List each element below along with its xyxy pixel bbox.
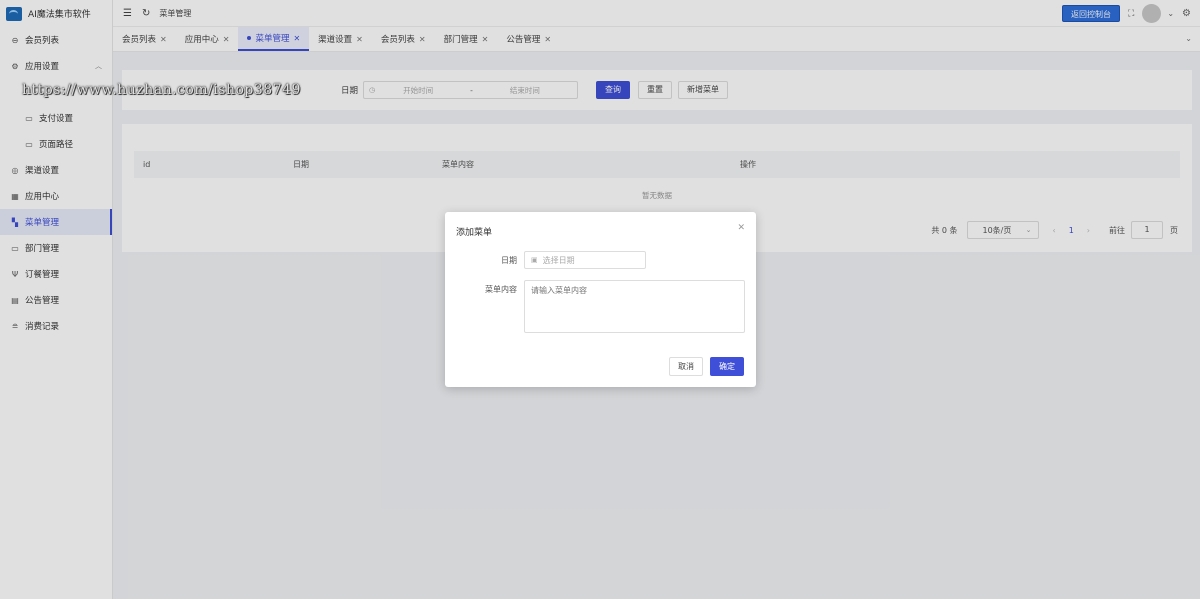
date-field-label: 日期 xyxy=(501,256,517,265)
menu-content-textarea[interactable] xyxy=(524,280,745,333)
calendar-icon: ▣ xyxy=(531,256,538,264)
date-field-placeholder: 选择日期 xyxy=(542,255,575,265)
date-field[interactable]: ▣ 选择日期 xyxy=(524,251,646,269)
dialog-title: 添加菜单 xyxy=(456,228,493,238)
cancel-button[interactable]: 取消 xyxy=(669,357,703,376)
content-field-label: 菜单内容 xyxy=(485,285,517,294)
add-menu-dialog: 添加菜单 ✕ 日期 ▣ 选择日期 菜单内容 取消 确定 xyxy=(445,212,756,387)
close-icon[interactable]: ✕ xyxy=(737,223,745,233)
confirm-button[interactable]: 确定 xyxy=(710,357,744,376)
